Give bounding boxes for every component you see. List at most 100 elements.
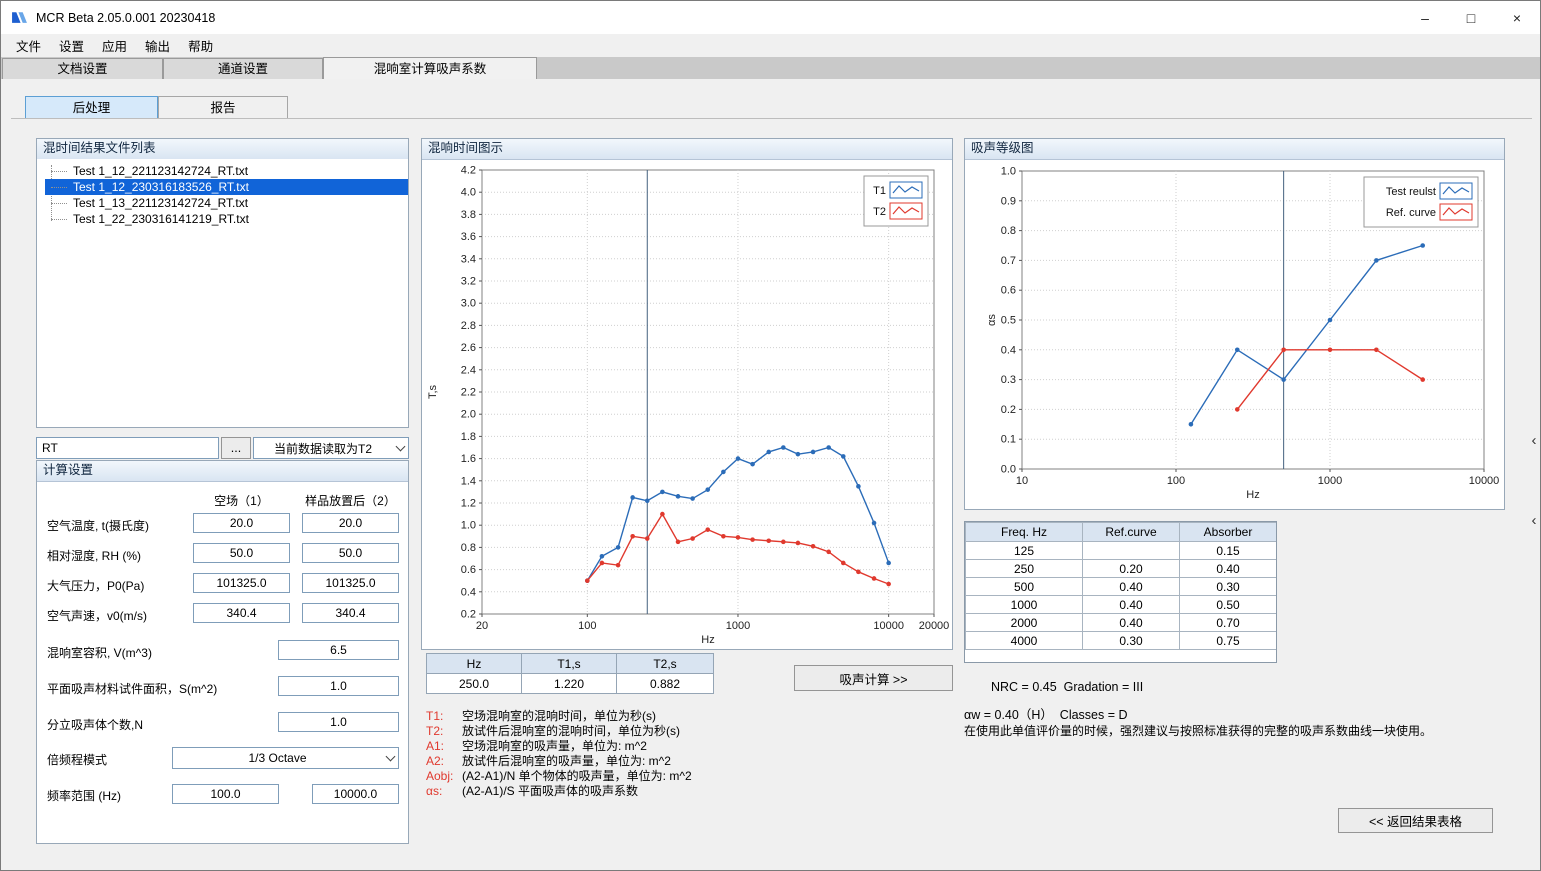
tab-document-settings[interactable]: 文档设置 — [2, 58, 163, 79]
calc-value2-field[interactable] — [302, 543, 399, 563]
absorber-cell: 0.15 — [1180, 542, 1277, 560]
calc-value1-field[interactable] — [193, 603, 290, 623]
collapse-panel-icon[interactable]: ‹ — [1527, 509, 1541, 531]
calc-row-label: 空气温度, t(摄氏度) — [47, 517, 149, 534]
calc-value1-field[interactable] — [193, 573, 290, 593]
file-list-item[interactable]: Test 1_12_221123142724_RT.txt — [45, 163, 408, 179]
freq-cell: 500 — [966, 578, 1083, 596]
calc-value-field[interactable] — [278, 676, 399, 696]
app-logo-icon — [11, 9, 28, 26]
svg-text:2.4: 2.4 — [461, 364, 476, 376]
table-row: 250 0.20 0.40 — [966, 560, 1277, 578]
data-target-combobox[interactable]: 当前数据读取为T2 — [253, 437, 409, 459]
svg-text:1000: 1000 — [1318, 475, 1342, 487]
table-row: 2000 0.40 0.70 — [966, 614, 1277, 632]
back-to-results-button[interactable]: << 返回结果表格 — [1338, 808, 1493, 833]
freq-cell: 4000 — [966, 632, 1083, 650]
svg-text:0.2: 0.2 — [461, 609, 476, 621]
freq-range-row: 频率范围 (Hz) — [37, 779, 408, 811]
svg-text:1.0: 1.0 — [461, 520, 476, 532]
freq-max-field[interactable] — [312, 784, 399, 804]
note-key: A1: — [426, 739, 462, 754]
svg-text:10: 10 — [1016, 475, 1028, 487]
svg-text:2.8: 2.8 — [461, 320, 476, 332]
menu-item-apply[interactable]: 应用 — [93, 33, 136, 58]
svg-text:0.1: 0.1 — [1001, 434, 1016, 446]
svg-text:1.6: 1.6 — [461, 453, 476, 465]
svg-text:2.0: 2.0 — [461, 409, 476, 421]
svg-text:0.9: 0.9 — [1001, 195, 1016, 207]
svg-text:3.6: 3.6 — [461, 231, 476, 243]
menu-item-file[interactable]: 文件 — [7, 33, 50, 58]
octave-value: 1/3 Octave — [173, 751, 382, 765]
svg-text:T2: T2 — [873, 206, 886, 218]
chevron-down-icon — [382, 748, 398, 768]
file-name: Test 1_12_221123142724_RT.txt — [73, 164, 248, 178]
file-list-item[interactable]: Test 1_22_230316141219_RT.txt — [45, 211, 408, 227]
abs-col-absorber: Absorber — [1180, 523, 1277, 542]
calc-row-label: 混响室容积, V(m^3) — [47, 644, 152, 661]
close-button[interactable]: × — [1494, 1, 1540, 34]
calc-value1-field[interactable] — [193, 543, 290, 563]
svg-text:2.6: 2.6 — [461, 342, 476, 354]
ref-cell: 0.40 — [1083, 614, 1180, 632]
rt-chart[interactable]: 0.20.40.60.81.01.21.41.61.82.02.22.42.62… — [422, 159, 952, 649]
absorption-table: Freq. Hz Ref.curve Absorber 125 0.15 250 — [965, 522, 1277, 650]
absorption-calc-button[interactable]: 吸声计算 >> — [794, 665, 953, 691]
calc-row-label: 相对湿度, RH (%) — [47, 547, 141, 564]
collapse-panel-icon[interactable]: ‹ — [1527, 429, 1541, 451]
file-list-item[interactable]: Test 1_13_221123142724_RT.txt — [45, 195, 408, 211]
table-row: 1000 0.40 0.50 — [966, 596, 1277, 614]
svg-text:T,s: T,s — [427, 384, 439, 399]
menu-item-output[interactable]: 输出 — [136, 33, 179, 58]
svg-text:0.0: 0.0 — [1001, 464, 1016, 476]
svg-text:10000: 10000 — [1469, 475, 1500, 487]
minimize-button[interactable]: – — [1402, 1, 1448, 34]
note-text: 放试件后混响室的混响时间，单位为秒(s) — [462, 724, 680, 738]
freq-cell: 125 — [966, 542, 1083, 560]
freq-cell: 2000 — [966, 614, 1083, 632]
calc-value2-field[interactable] — [302, 603, 399, 623]
tab-reverb-absorption[interactable]: 混响室计算吸声系数 — [323, 57, 537, 79]
freq-min-field[interactable] — [172, 784, 279, 804]
nrc-result-text: NRC = 0.45 Gradation = III — [991, 680, 1143, 694]
browse-button[interactable]: ... — [221, 437, 251, 459]
maximize-icon: □ — [1467, 10, 1475, 26]
legend-note: αs:(A2-A1)/S 平面吸声体的吸声系数 — [426, 784, 692, 799]
file-list-panel-title: 混时间结果文件列表 — [37, 139, 408, 160]
svg-text:0.4: 0.4 — [461, 586, 476, 598]
file-list-item[interactable]: Test 1_12_230316183526_RT.txt — [45, 179, 408, 195]
main-tab-strip: 文档设置 通道设置 混响室计算吸声系数 — [1, 57, 1540, 79]
table-row: 125 0.15 — [966, 542, 1277, 560]
absorber-cell: 0.75 — [1180, 632, 1277, 650]
octave-combobox[interactable]: 1/3 Octave — [172, 747, 399, 769]
cursor-t2-value: 0.882 — [617, 674, 714, 694]
calc-value-field[interactable] — [278, 640, 399, 660]
window-controls: – □ × — [1402, 1, 1540, 34]
svg-text:100: 100 — [1167, 475, 1185, 487]
subtab-postprocess[interactable]: 后处理 — [25, 96, 158, 119]
subtab-report[interactable]: 报告 — [158, 96, 288, 119]
col-header-with-sample: 样品放置后（2） — [293, 492, 408, 509]
calc-value1-field[interactable] — [193, 513, 290, 533]
svg-text:3.8: 3.8 — [461, 209, 476, 221]
svg-text:0.8: 0.8 — [461, 542, 476, 554]
calc-row-label: 空气声速，v0(m/s) — [47, 607, 147, 624]
absorption-chart[interactable]: 0.00.10.20.30.40.50.60.70.80.91.01010010… — [965, 159, 1504, 509]
cursor-hz-value: 250.0 — [427, 674, 522, 694]
abs-col-freq: Freq. Hz — [966, 523, 1083, 542]
note-text: 放试件后混响室的吸声量，单位为: m^2 — [462, 754, 671, 768]
maximize-button[interactable]: □ — [1448, 1, 1494, 34]
menu-item-help[interactable]: 帮助 — [179, 33, 222, 58]
rt-name-input[interactable] — [36, 437, 219, 459]
svg-text:Test reulst: Test reulst — [1386, 186, 1436, 198]
tab-channel-settings[interactable]: 通道设置 — [163, 58, 323, 79]
calc-value2-field[interactable] — [302, 513, 399, 533]
calc-value-field[interactable] — [278, 712, 399, 732]
calc-value2-field[interactable] — [302, 573, 399, 593]
legend-note: A1:空场混响室的吸声量，单位为: m^2 — [426, 739, 692, 754]
svg-text:0.2: 0.2 — [1001, 404, 1016, 416]
menu-item-settings[interactable]: 设置 — [50, 33, 93, 58]
svg-text:10000: 10000 — [873, 620, 904, 632]
svg-text:0.5: 0.5 — [1001, 315, 1016, 327]
